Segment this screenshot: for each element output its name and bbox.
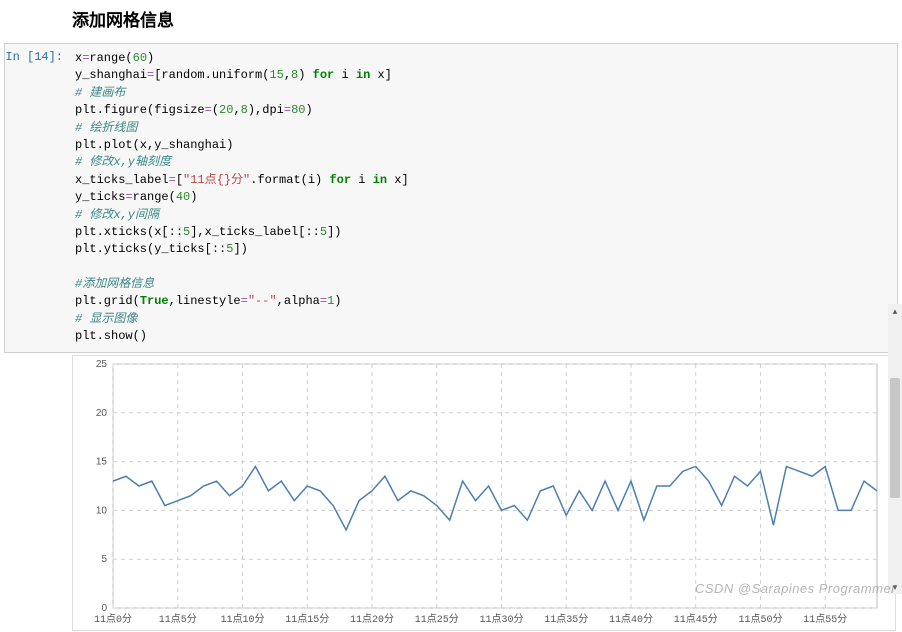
- svg-text:11点30分: 11点30分: [479, 613, 523, 626]
- svg-text:11点0分: 11点0分: [94, 613, 132, 626]
- watermark: CSDN @Sarapines Programmer: [695, 581, 896, 596]
- scroll-thumb[interactable]: [890, 378, 900, 498]
- svg-text:11点10分: 11点10分: [220, 613, 264, 626]
- svg-text:20: 20: [96, 407, 108, 418]
- code-editor[interactable]: x=range(60)y_shanghai=[random.uniform(15…: [71, 44, 897, 352]
- svg-text:11点35分: 11点35分: [544, 613, 588, 626]
- svg-text:11点55分: 11点55分: [803, 613, 847, 626]
- svg-text:11点40分: 11点40分: [609, 613, 653, 626]
- svg-text:25: 25: [96, 359, 108, 370]
- svg-text:11点20分: 11点20分: [350, 613, 394, 626]
- svg-text:11点45分: 11点45分: [674, 613, 718, 626]
- svg-text:11点15分: 11点15分: [285, 613, 329, 626]
- cell-prompt: In [14]:: [5, 44, 71, 352]
- svg-text:11点5分: 11点5分: [159, 613, 197, 626]
- section-heading: 添加网格信息: [0, 0, 902, 43]
- svg-text:0: 0: [101, 603, 107, 614]
- scroll-track[interactable]: [888, 318, 902, 580]
- code-cell[interactable]: In [14]: x=range(60)y_shanghai=[random.u…: [4, 43, 898, 353]
- svg-text:11点25分: 11点25分: [415, 613, 459, 626]
- scroll-up-icon[interactable]: ▴: [888, 304, 902, 318]
- svg-text:11点50分: 11点50分: [738, 613, 782, 626]
- svg-text:5: 5: [101, 554, 107, 565]
- svg-text:15: 15: [96, 456, 108, 467]
- output-scrollbar[interactable]: ▴ ▾: [888, 304, 902, 594]
- svg-text:10: 10: [96, 505, 108, 516]
